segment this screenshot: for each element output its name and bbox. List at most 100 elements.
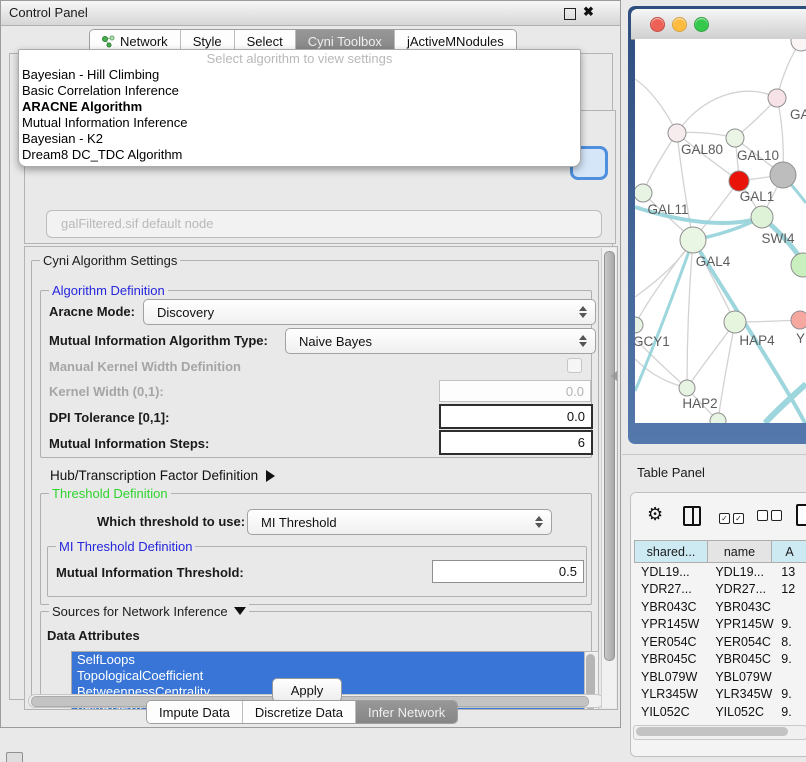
table-cell: YDL19... — [634, 565, 708, 579]
select-all-columns-icon[interactable]: ✓✓ — [719, 509, 747, 524]
network-node[interactable] — [724, 311, 746, 333]
table-cell: 13 — [774, 565, 806, 579]
gear-icon[interactable]: ⚙ — [647, 504, 663, 525]
hub-definition-toggle[interactable]: Hub/Transcription Factor Definition — [50, 468, 275, 483]
tab-impute-data[interactable]: Impute Data — [147, 701, 243, 723]
dpi-tolerance-field[interactable]: 0.0 — [439, 404, 593, 429]
dropdown-item[interactable]: Bayesian - K2 — [19, 131, 580, 147]
threshold-definition-group: Threshold Definition Which threshold to … — [40, 493, 592, 605]
tab-label: Infer Network — [368, 705, 445, 720]
table-row[interactable]: YDR27...YDR27...12 — [634, 581, 806, 599]
table-row[interactable]: YER054CYER054C8. — [634, 633, 806, 651]
expand-right-icon — [266, 470, 275, 482]
tab-label: Select — [247, 34, 283, 49]
table-row[interactable]: YBR043CYBR043C — [634, 598, 806, 616]
network-node[interactable] — [635, 317, 643, 333]
table-cell: YER054C — [634, 635, 708, 649]
network-node[interactable] — [680, 227, 706, 253]
node-label: HAP4 — [739, 333, 775, 348]
mi-threshold-field[interactable]: 0.5 — [432, 560, 584, 583]
table-row[interactable]: YDL19...YDL19...13 — [634, 563, 806, 581]
apply-button-label: Apply — [291, 683, 324, 698]
cyni-algorithm-settings-group: Cyni Algorithm Settings Algorithm Defini… — [31, 260, 599, 703]
dock-corner-icon[interactable] — [6, 752, 23, 762]
table-row[interactable]: YPR145WYPR145W9. — [634, 616, 806, 634]
mi-steps-field[interactable]: 6 — [439, 430, 593, 455]
network-node[interactable] — [668, 124, 686, 142]
manual-kernel-checkbox[interactable] — [567, 358, 582, 373]
table-header-row: shared...nameA — [634, 540, 806, 563]
sources-title[interactable]: Sources for Network Inference — [49, 604, 249, 619]
table-cell: 9. — [774, 687, 806, 701]
tab-label: Network — [120, 34, 168, 49]
network-node[interactable] — [791, 311, 806, 329]
table-cell: 8. — [774, 635, 806, 649]
table-hscrollbar[interactable] — [633, 725, 806, 740]
network-node[interactable] — [726, 129, 744, 147]
column-header-1[interactable]: shared... — [634, 540, 708, 563]
dropdown-item[interactable]: Dream8 DC_TDC Algorithm — [19, 147, 580, 163]
tab-infer-network[interactable]: Infer Network — [356, 701, 457, 723]
network-canvas[interactable]: GALGAL80GAL10GAL1GAL11SWI4GAL4GCY1HAP4YH… — [635, 39, 806, 423]
settings-vscrollbar[interactable] — [601, 248, 616, 708]
node-label: GAL10 — [737, 148, 779, 163]
table-panel-title: Table Panel — [637, 465, 705, 480]
column-header-2[interactable]: name — [708, 540, 772, 563]
tab-discretize-data[interactable]: Discretize Data — [243, 701, 356, 723]
manual-kernel-label: Manual Kernel Width Definition — [49, 359, 241, 374]
dropdown-item[interactable]: Mutual Information Inference — [19, 115, 580, 131]
dpi-tolerance-label: DPI Tolerance [0,1]: — [49, 410, 169, 425]
node-table: shared...nameA YDL19...YDL19...13YDR27..… — [634, 540, 806, 724]
table-cell: YDR27... — [708, 582, 774, 596]
hub-definition-label: Hub/Transcription Factor Definition — [50, 468, 258, 483]
table-cell: YBL079W — [708, 670, 774, 684]
network-node[interactable] — [770, 162, 796, 188]
attribute-list-item[interactable]: SelfLoops — [72, 652, 584, 668]
table-select-combo[interactable]: galFiltered.sif default node — [46, 210, 602, 238]
control-panel-titlebar[interactable]: Control Panel ✖ — [1, 1, 620, 26]
network-node[interactable] — [751, 206, 773, 228]
close-icon[interactable]: ✖ — [583, 4, 594, 20]
dropdown-item[interactable]: ARACNE Algorithm — [19, 99, 580, 115]
which-threshold-select[interactable]: MI Threshold — [247, 509, 552, 535]
tab-label: Cyni Toolbox — [308, 34, 382, 49]
node-label: GAL11 — [647, 202, 688, 217]
deselect-all-columns-icon[interactable] — [757, 509, 785, 524]
algorithm-definition-group: Algorithm Definition Aracne Mode: Discov… — [40, 290, 592, 458]
table-cell: YIL052C — [634, 705, 708, 719]
network-node[interactable] — [791, 39, 806, 51]
network-node[interactable] — [791, 253, 806, 277]
mi-type-value: Naive Bayes — [299, 334, 372, 349]
combo-arrows-icon — [579, 335, 587, 347]
float-window-icon[interactable] — [564, 8, 576, 20]
table-row[interactable]: YBR045CYBR045C9. — [634, 651, 806, 669]
algorithm-dropdown-popup: Select algorithm to view settings Bayesi… — [18, 49, 581, 167]
network-node[interactable] — [679, 380, 695, 396]
node-label: SWI4 — [761, 231, 794, 246]
dropdown-item[interactable]: Bayesian - Hill Climbing — [19, 67, 580, 83]
table-cell: 9. — [774, 705, 806, 719]
mi-type-select[interactable]: Naive Bayes — [285, 328, 596, 354]
table-row[interactable]: YBL079WYBL079W — [634, 668, 806, 686]
column-header-3[interactable]: A — [772, 540, 806, 563]
minimize-traffic-light-icon[interactable] — [672, 17, 687, 32]
columns-icon[interactable] — [683, 506, 701, 526]
network-node[interactable] — [768, 89, 786, 107]
kernel-width-field[interactable]: 0.0 — [439, 380, 591, 402]
combo-arrows-icon — [535, 516, 543, 528]
document-icon[interactable] — [796, 504, 806, 526]
table-panel: ⚙ ✓✓ shared...nameA YDL19...YDL19...13YD… — [630, 492, 806, 757]
network-window-titlebar[interactable] — [631, 9, 806, 40]
network-node[interactable] — [729, 171, 749, 191]
dropdown-item[interactable]: Basic Correlation Inference — [19, 83, 580, 99]
split-pane-handle-icon[interactable] — [611, 371, 617, 381]
mi-steps-label: Mutual Information Steps: — [49, 436, 209, 451]
table-row[interactable]: YLR345WYLR345W9. — [634, 686, 806, 704]
apply-button[interactable]: Apply — [272, 678, 342, 702]
aracne-mode-select[interactable]: Discovery — [143, 299, 596, 325]
close-traffic-light-icon[interactable] — [650, 17, 665, 32]
table-row[interactable]: YIL052CYIL052C9. — [634, 703, 806, 721]
threshold-definition-title: Threshold Definition — [49, 486, 171, 501]
zoom-traffic-light-icon[interactable] — [694, 17, 709, 32]
network-node[interactable] — [635, 184, 652, 202]
